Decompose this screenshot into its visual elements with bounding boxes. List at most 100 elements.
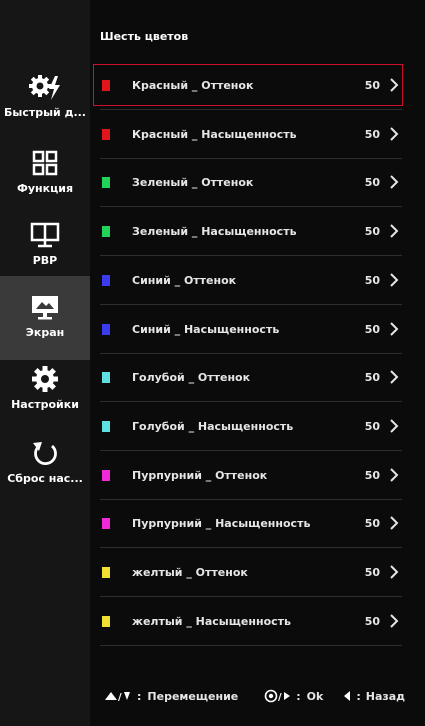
chevron-right-icon bbox=[390, 322, 399, 336]
row-divider bbox=[100, 401, 402, 402]
color-swatch bbox=[102, 176, 110, 188]
six-colors-panel: Шесть цветов Красный _ Оттенок 50 Красный … bbox=[90, 0, 425, 726]
sidebar-item-reset[interactable]: Сброс нас... bbox=[0, 428, 90, 500]
color-swatch bbox=[102, 566, 110, 578]
sidebar-item-function[interactable]: Функция bbox=[0, 138, 90, 210]
row-value: 50 bbox=[364, 370, 380, 384]
chevron-right-icon bbox=[390, 516, 399, 530]
gear-icon bbox=[28, 362, 62, 396]
sidebar-item-label: Экран bbox=[25, 326, 65, 339]
ok-joystick-icon: / bbox=[264, 689, 291, 703]
color-swatch bbox=[102, 420, 110, 432]
row-divider bbox=[100, 353, 402, 354]
footer-move-label: Перемещение bbox=[147, 689, 239, 703]
svg-text:/: / bbox=[278, 692, 282, 703]
page-title: Шесть цветов bbox=[100, 30, 189, 43]
row-label: Зеленый _ Насыщенность bbox=[132, 224, 297, 238]
reset-arrow-icon bbox=[28, 436, 62, 470]
color-adjust-row[interactable]: Синий _ Оттенок 50 bbox=[94, 260, 402, 305]
row-value: 50 bbox=[364, 614, 380, 628]
row-value: 50 bbox=[364, 175, 380, 189]
row-divider bbox=[100, 499, 402, 500]
grid-function-icon bbox=[28, 146, 62, 180]
row-label: Голубой _ Оттенок bbox=[132, 370, 251, 384]
color-swatch bbox=[102, 469, 110, 481]
footer-separator: : bbox=[296, 689, 301, 703]
color-adjust-row[interactable]: Зеленый _ Оттенок 50 bbox=[94, 162, 402, 207]
row-value: 50 bbox=[364, 78, 380, 92]
footer-separator: : bbox=[137, 689, 142, 703]
color-swatch bbox=[102, 517, 110, 529]
footer-ok-label: Ok bbox=[306, 689, 324, 703]
color-adjust-row[interactable]: Синий _ Насыщенность 50 bbox=[94, 309, 402, 354]
row-divider bbox=[100, 304, 402, 305]
row-label: желтый _ Насыщенность bbox=[132, 614, 291, 628]
row-label: желтый _ Оттенок bbox=[132, 565, 248, 579]
color-adjust-row[interactable]: Красный _ Оттенок 50 bbox=[93, 64, 403, 110]
footer-back-label: Назад bbox=[365, 689, 406, 703]
color-adjust-row[interactable]: Пурпурний _ Насыщенность 50 bbox=[94, 503, 402, 548]
chevron-right-icon bbox=[390, 273, 399, 287]
color-adjust-row[interactable]: желтый _ Оттенок 50 bbox=[94, 552, 402, 597]
sidebar-item-label: Быстрый д... bbox=[3, 106, 86, 119]
row-label: Красный _ Насыщенность bbox=[132, 127, 297, 141]
color-adjust-row[interactable]: Голубой _ Насыщенность 50 bbox=[94, 406, 402, 451]
row-divider bbox=[100, 109, 402, 110]
color-swatch bbox=[102, 128, 110, 140]
quick-settings-gear-bolt-icon bbox=[28, 70, 62, 104]
chevron-right-icon bbox=[390, 419, 399, 433]
row-label: Синий _ Насыщенность bbox=[132, 322, 280, 336]
row-label: Зеленый _ Оттенок bbox=[132, 175, 254, 189]
sidebar-item-pbp[interactable]: PBP bbox=[0, 210, 90, 282]
chevron-right-icon bbox=[390, 468, 399, 482]
row-divider bbox=[100, 255, 402, 256]
row-label: Пурпурний _ Оттенок bbox=[132, 468, 268, 482]
left-arrow-icon bbox=[344, 691, 351, 701]
sidebar-item-quick-settings[interactable]: Быстрый д... bbox=[0, 62, 90, 134]
chevron-right-icon bbox=[390, 370, 399, 384]
color-adjust-row[interactable]: Голубой _ Оттенок 50 bbox=[94, 357, 402, 402]
chevron-right-icon bbox=[390, 127, 399, 141]
color-swatch bbox=[102, 615, 110, 627]
chevron-right-icon bbox=[390, 175, 399, 189]
chevron-right-icon bbox=[390, 224, 399, 238]
color-adjust-row[interactable]: Красный _ Насыщенность 50 bbox=[94, 114, 402, 159]
row-divider bbox=[100, 596, 402, 597]
row-value: 50 bbox=[364, 419, 380, 433]
color-swatch bbox=[102, 225, 110, 237]
row-value: 50 bbox=[364, 516, 380, 530]
sidebar-item-label: Настройки bbox=[11, 398, 79, 411]
color-adjust-row[interactable]: Пурпурний _ Оттенок 50 bbox=[94, 455, 402, 500]
screen-monitor-icon bbox=[28, 290, 62, 324]
row-label: Синий _ Оттенок bbox=[132, 273, 237, 287]
chevron-right-icon bbox=[390, 565, 399, 579]
footer-hints: / : Перемещение / : Ok : Назад bbox=[90, 686, 425, 706]
footer-separator: : bbox=[356, 689, 361, 703]
sidebar-item-label: PBP bbox=[32, 254, 58, 267]
row-value: 50 bbox=[364, 127, 380, 141]
color-swatch bbox=[102, 79, 110, 91]
row-value: 50 bbox=[364, 565, 380, 579]
svg-text:/: / bbox=[118, 692, 122, 702]
row-divider bbox=[100, 450, 402, 451]
row-value: 50 bbox=[364, 224, 380, 238]
row-divider bbox=[100, 158, 402, 159]
row-divider bbox=[100, 547, 402, 548]
row-divider bbox=[100, 645, 402, 646]
row-value: 50 bbox=[364, 468, 380, 482]
sidebar-item-screen[interactable]: Экран bbox=[0, 276, 90, 360]
sidebar-item-label: Сброс нас... bbox=[7, 472, 83, 485]
sidebar: Быстрый д... Функция PBP Экран Настройки… bbox=[0, 0, 90, 726]
row-label: Голубой _ Насыщенность bbox=[132, 419, 294, 433]
up-down-arrows-icon: / bbox=[105, 692, 130, 702]
color-adjust-row[interactable]: желтый _ Насыщенность 50 bbox=[94, 601, 402, 646]
sidebar-item-settings[interactable]: Настройки bbox=[0, 354, 90, 426]
color-swatch bbox=[102, 323, 110, 335]
row-label: Пурпурний _ Насыщенность bbox=[132, 516, 311, 530]
row-label: Красный _ Оттенок bbox=[132, 78, 254, 92]
row-value: 50 bbox=[364, 273, 380, 287]
color-swatch bbox=[102, 371, 110, 383]
chevron-right-icon bbox=[390, 78, 399, 92]
color-adjust-row[interactable]: Зеленый _ Насыщенность 50 bbox=[94, 211, 402, 256]
color-swatch bbox=[102, 274, 110, 286]
